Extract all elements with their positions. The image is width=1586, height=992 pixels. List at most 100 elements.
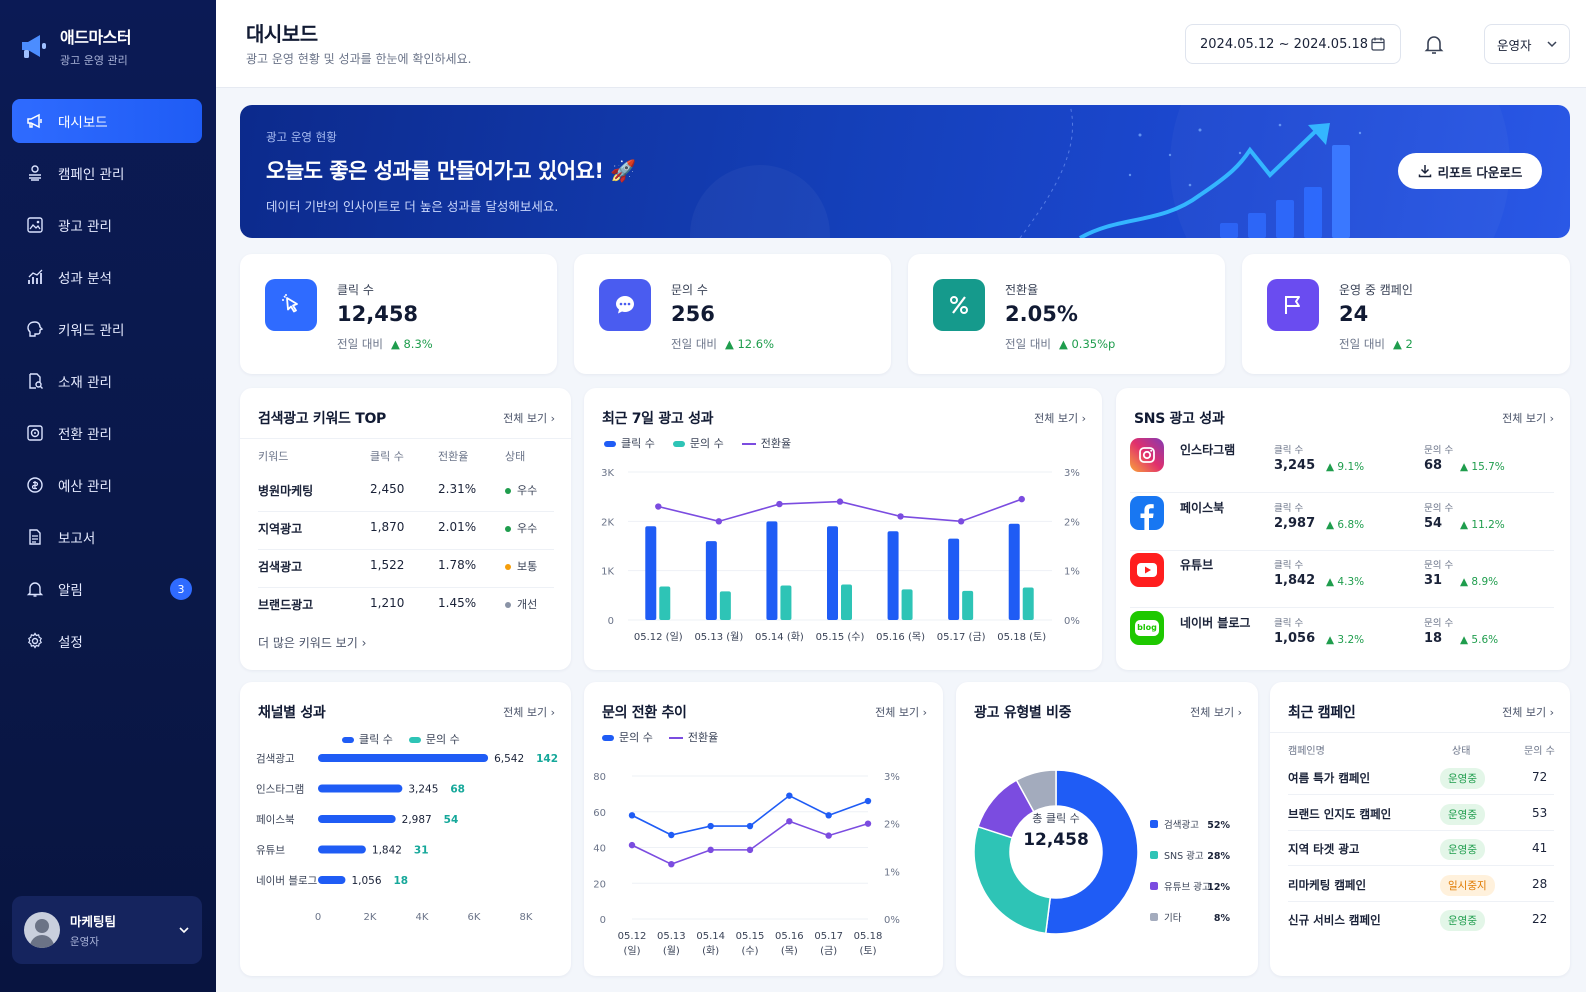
user-name: 마케팅팀 bbox=[70, 914, 117, 929]
y2-tick-label: 1% bbox=[1064, 567, 1080, 578]
view-all-link[interactable]: 전체 보기 › bbox=[1190, 704, 1242, 720]
kpi-delta-value: 2 bbox=[1405, 337, 1413, 351]
inquiries-delta: ▲ 8.9% bbox=[1460, 576, 1499, 588]
sidebar-item-campaigns[interactable]: 캠페인 관리 bbox=[12, 151, 202, 195]
sidebar-item-creatives[interactable]: 소재 관리 bbox=[12, 359, 202, 403]
bar bbox=[766, 521, 778, 620]
avatar bbox=[24, 912, 60, 948]
x-tick-label: 05.15 (수) bbox=[816, 631, 865, 643]
clicks-delta: ▲ 9.1% bbox=[1326, 461, 1365, 473]
card-title: 검색광고 키워드 TOP bbox=[258, 411, 387, 427]
more-keywords-link[interactable]: 더 많은 키워드 보기 › bbox=[258, 634, 366, 651]
inquiries-value: 18 bbox=[1424, 630, 1443, 646]
line-point bbox=[746, 822, 754, 830]
date-range-picker[interactable]: 2024.05.12 ~ 2024.05.18 bbox=[1185, 24, 1401, 64]
table-row[interactable]: 지역광고 1,870 2.01% 우수 bbox=[258, 512, 554, 550]
view-all-link[interactable]: 전체 보기 › bbox=[503, 410, 555, 426]
inquiries-delta-value: 15.7% bbox=[1471, 461, 1505, 473]
table-row[interactable]: 지역 타겟 광고 운영중 41 bbox=[1288, 831, 1554, 866]
inquiry-label: 68 bbox=[450, 784, 465, 796]
clicks-delta-value: 9.1% bbox=[1337, 461, 1365, 473]
clicks-delta-value: 3.2% bbox=[1337, 633, 1365, 646]
view-all-link[interactable]: 전체 보기 › bbox=[1034, 410, 1086, 426]
table-row[interactable]: 병원마케팅 2,450 2.31% 우수 bbox=[258, 474, 554, 512]
status-badge: 운영중 bbox=[1440, 768, 1485, 789]
sns-row[interactable]: blog 네이버 블로그 클릭 수 1,056 ▲ 3.2% 문의 수 18 ▲ 5.6% bbox=[1130, 609, 1554, 666]
x-tick-label: 8K bbox=[520, 912, 533, 923]
sidebar-item-label: 광고 관리 bbox=[58, 219, 112, 235]
bell-icon[interactable] bbox=[1422, 32, 1446, 56]
sidebar-item-ads[interactable]: 광고 관리 bbox=[12, 203, 202, 247]
calendar-icon bbox=[1371, 37, 1385, 51]
line-point bbox=[655, 503, 662, 510]
sidebar-item-settings[interactable]: 설정 bbox=[12, 619, 202, 663]
sidebar: 애드마스터 광고 운영 관리 대시보드 캠페인 관리 광고 관리 성과 분석 키… bbox=[0, 0, 216, 992]
donut-center-value: 12,458 bbox=[1023, 830, 1089, 850]
table-row[interactable]: 브랜드광고 1,210 1.45% 개선 bbox=[258, 588, 554, 626]
channel-name: 유튜브 bbox=[1180, 558, 1214, 572]
view-all-link[interactable]: 전체 보기 › bbox=[1502, 704, 1554, 720]
recent-campaigns-card: 최근 캠페인 전체 보기 › 캠페인명 상태 문의 수 여름 특가 캠페인 운영중… bbox=[1270, 682, 1570, 976]
campaign-name: 신규 서비스 캠페인 bbox=[1288, 913, 1381, 927]
inquiry-label: 18 bbox=[393, 875, 408, 887]
report-download-button[interactable]: 리포트 다운로드 bbox=[1398, 153, 1542, 189]
status-badge: 일시중지 bbox=[1440, 874, 1495, 896]
data-label: 1,842 bbox=[372, 845, 402, 857]
sns-row[interactable]: 페이스북 클릭 수 2,987 ▲ 6.8% 문의 수 54 ▲ 11.2% bbox=[1130, 494, 1554, 551]
sns-row[interactable]: 유튜브 클릭 수 1,842 ▲ 4.3% 문의 수 31 ▲ 8.9% bbox=[1130, 551, 1554, 608]
inquiry-trend-chart: 0 20 40 60 80 0% 1% 2% 3% 05.12 (일) 05.13 (월) 05.14 (화… bbox=[593, 772, 900, 957]
y2-tick-label: 2% bbox=[884, 820, 900, 831]
inquiry-label: 142 bbox=[536, 753, 558, 765]
keyword-clicks: 1,522 bbox=[370, 558, 405, 572]
sidebar-item-conversions[interactable]: 전환 관리 bbox=[12, 411, 202, 455]
category-label: 네이버 블로그 bbox=[256, 875, 318, 887]
keyword-name: 검색광고 bbox=[258, 560, 303, 574]
view-all-link[interactable]: 전체 보기 › bbox=[1502, 410, 1554, 426]
x-tick-label: 6K bbox=[468, 912, 481, 923]
status-dot bbox=[505, 564, 511, 570]
table-row[interactable]: 브랜드 인지도 캠페인 운영중 53 bbox=[1288, 796, 1554, 831]
user-menu[interactable]: 마케팅팀 운영자 bbox=[12, 896, 202, 964]
app-logo[interactable]: 애드마스터 광고 운영 관리 bbox=[18, 24, 132, 68]
view-all-label: 전체 보기 bbox=[1502, 412, 1547, 425]
sidebar-item-notifications[interactable]: 알림 3 bbox=[12, 567, 202, 611]
sidebar-item-dashboard[interactable]: 대시보드 bbox=[12, 99, 202, 143]
inquiries-value: 54 bbox=[1424, 515, 1443, 531]
status-label: 개선 bbox=[517, 598, 538, 611]
legend-swatch bbox=[1150, 882, 1158, 890]
megaphone-icon bbox=[27, 113, 42, 129]
sidebar-item-label: 캠페인 관리 bbox=[58, 167, 125, 183]
y-tick-label: 80 bbox=[593, 772, 606, 783]
line-point bbox=[707, 822, 714, 830]
column-header: 클릭 수 bbox=[370, 450, 404, 463]
y2-tick-label: 2% bbox=[1064, 517, 1080, 528]
sidebar-item-label: 소재 관리 bbox=[58, 375, 112, 391]
table-row[interactable]: 검색광고 1,522 1.78% 보통 bbox=[258, 550, 554, 588]
x-tick-label: 05.14 (화) bbox=[755, 631, 804, 643]
kpi-compare: 전일 대비 ▲ 8.3% bbox=[337, 336, 433, 352]
role-select[interactable]: 운영자 bbox=[1484, 24, 1570, 64]
table-row[interactable]: 신규 서비스 캠페인 운영중 22 bbox=[1288, 902, 1554, 937]
x-tick-label: 0 bbox=[315, 912, 321, 923]
x-tick-sublabel: (토) bbox=[859, 946, 876, 957]
campaign-name: 여름 특가 캠페인 bbox=[1288, 771, 1371, 785]
x-tick-label: 05.12 (일) bbox=[634, 631, 683, 643]
keyword-name: 지역광고 bbox=[258, 522, 303, 536]
legend-item: 문의 수 bbox=[672, 435, 724, 451]
view-all-link[interactable]: 전체 보기 › bbox=[875, 704, 927, 720]
sidebar-item-reports[interactable]: 보고서 bbox=[12, 515, 202, 559]
legend-label: 클릭 수 bbox=[621, 437, 655, 450]
sns-row[interactable]: 인스타그램 클릭 수 3,245 ▲ 9.1% 문의 수 68 ▲ 15.7% bbox=[1130, 436, 1554, 493]
sidebar-item-budget[interactable]: 예산 관리 bbox=[12, 463, 202, 507]
bar bbox=[645, 526, 657, 620]
view-all-link[interactable]: 전체 보기 › bbox=[503, 704, 555, 720]
clicks-delta-value: 6.8% bbox=[1337, 518, 1365, 531]
bar bbox=[659, 586, 671, 620]
sidebar-item-keywords[interactable]: 키워드 관리 bbox=[12, 307, 202, 351]
table-row[interactable]: 리마케팅 캠페인 일시중지 28 bbox=[1288, 867, 1554, 902]
sidebar-item-analytics[interactable]: 성과 분석 bbox=[12, 255, 202, 299]
brain-icon bbox=[27, 321, 44, 337]
keyword-rate: 2.01% bbox=[438, 520, 477, 534]
table-row[interactable]: 여름 특가 캠페인 운영중 72 bbox=[1288, 760, 1554, 795]
line-point bbox=[715, 518, 723, 525]
